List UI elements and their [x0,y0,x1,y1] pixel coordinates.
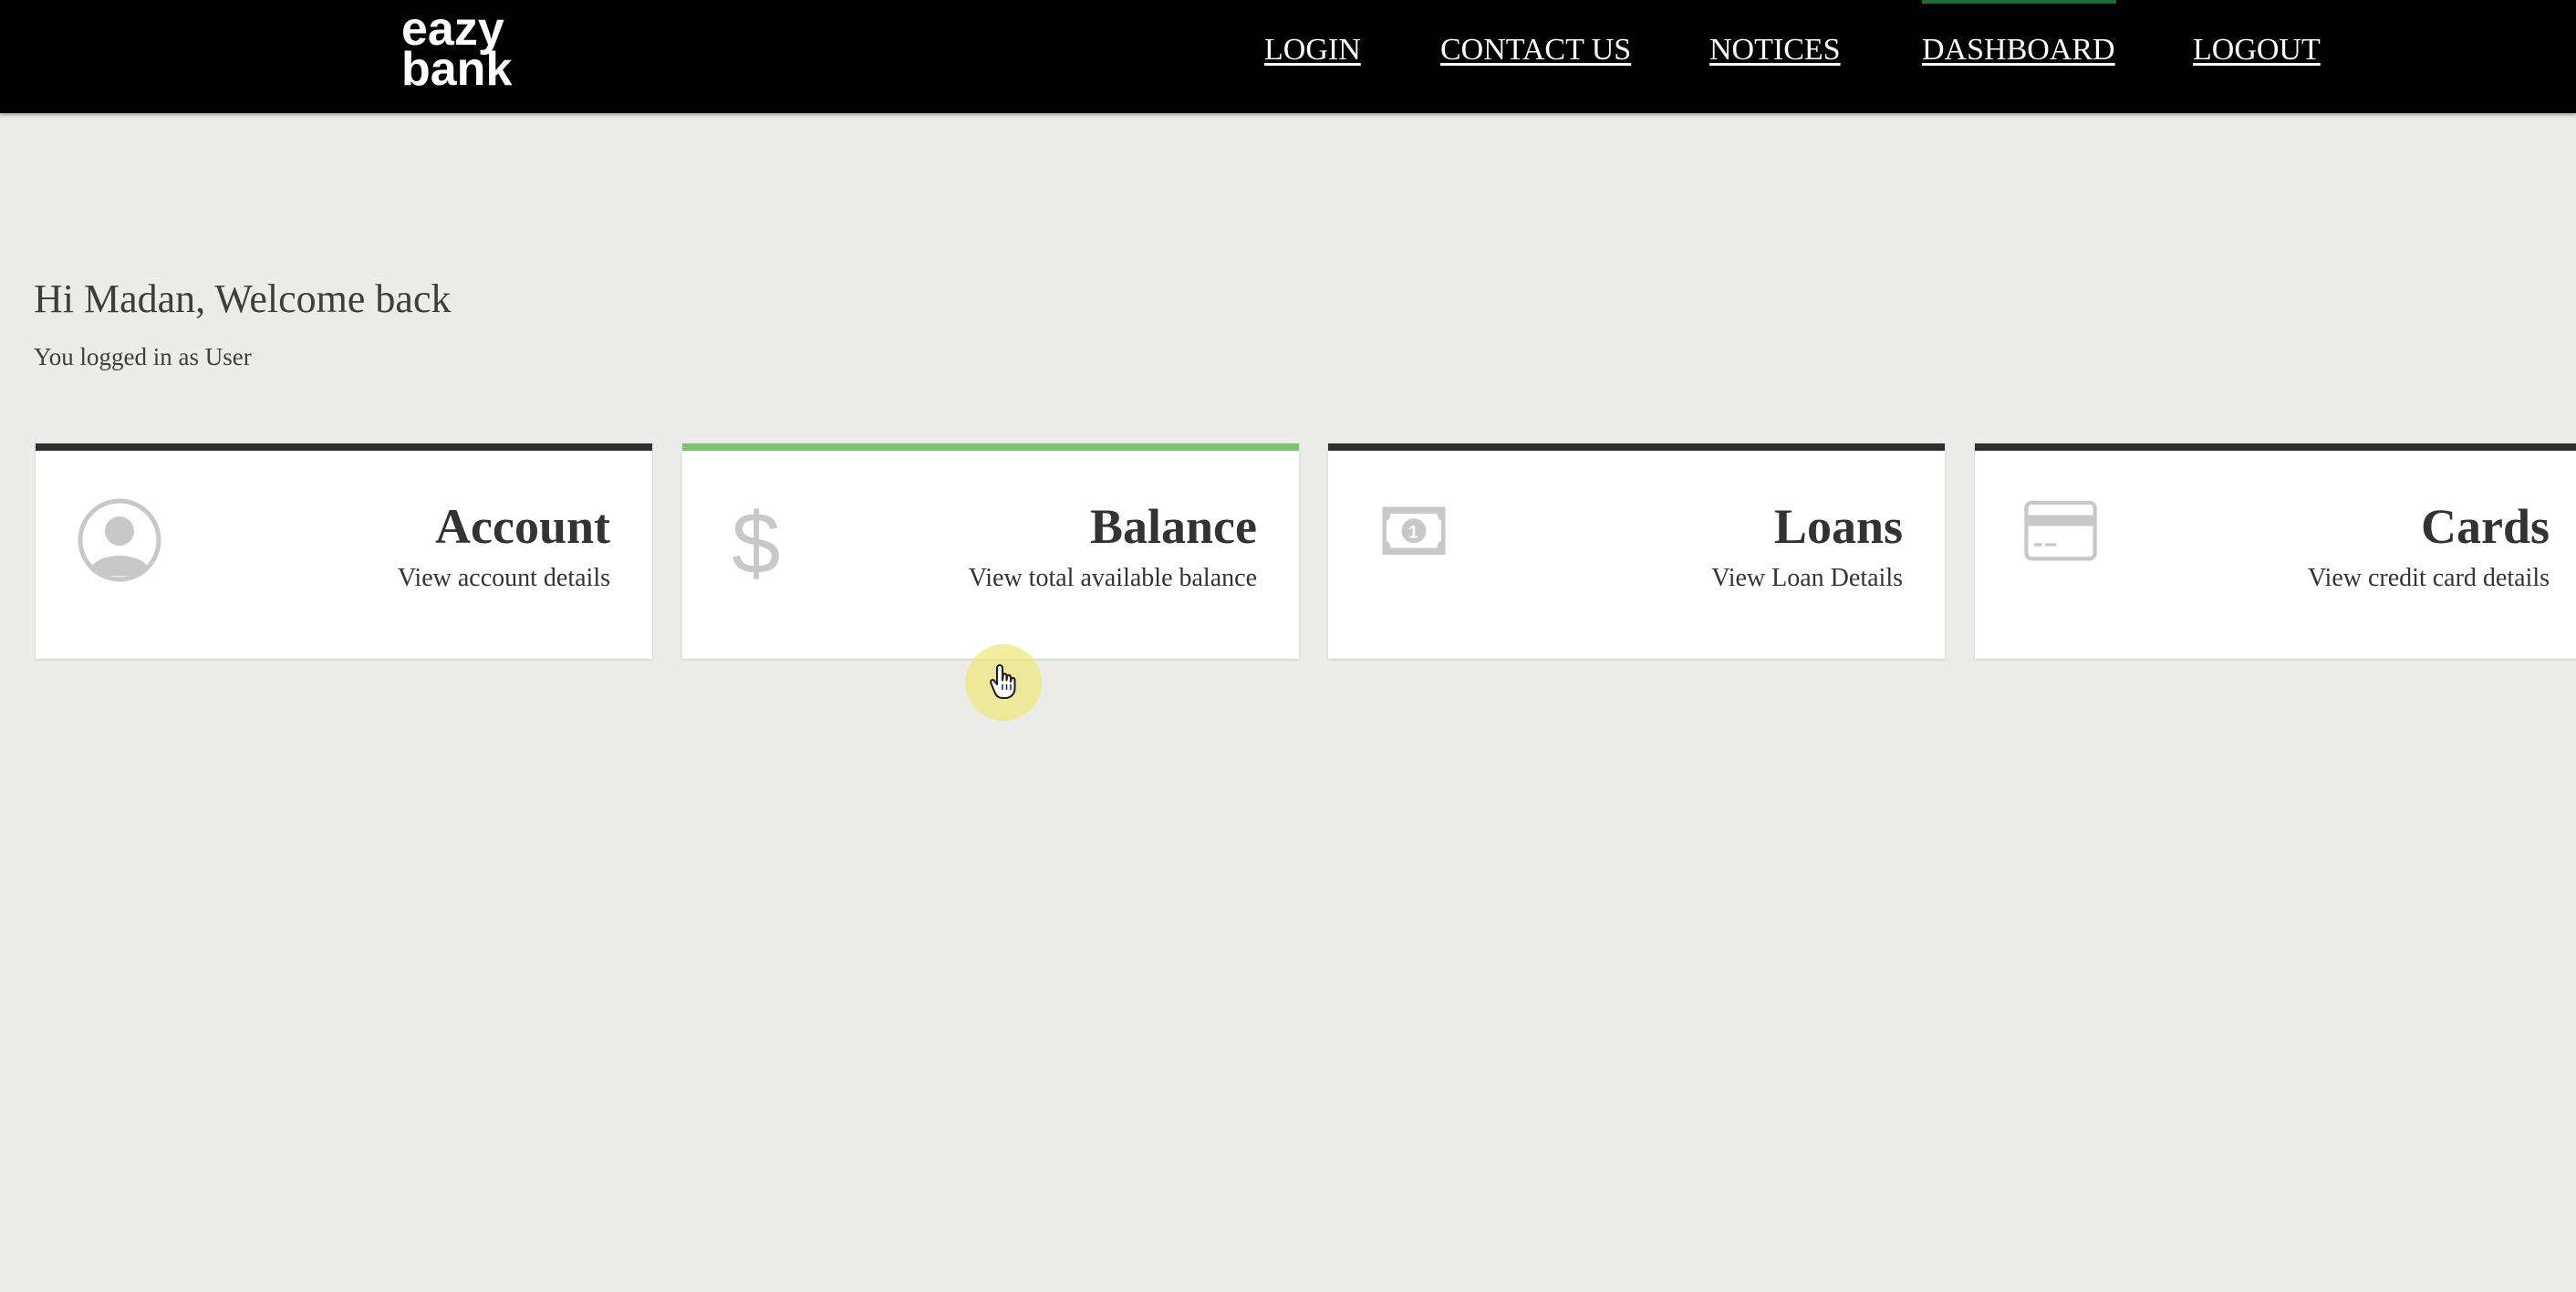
nav-contact-us-link[interactable]: CONTACT US [1440,33,1631,68]
hand-pointer-icon [990,663,1016,700]
credit-card-icon [2024,500,2097,561]
cards-card-description: View credit card details [2308,564,2550,592]
account-card-description: View account details [397,564,610,592]
loans-card-title: Loans [1773,499,1903,554]
eazybank-logo[interactable]: eazy bank [401,5,529,96]
loans-card[interactable]: 1 Loans View Loan Details [1328,443,1945,659]
logged-in-role-text: You logged in as User [34,343,252,370]
nav-dashboard-link[interactable]: DASHBOARD [1922,33,2115,68]
top-navbar: eazy bank LOGIN CONTACT US NOTICES DASHB… [0,0,2576,113]
dollar-icon: $ [732,496,780,584]
balance-card-title: Balance [1090,499,1257,554]
nav-notices-link[interactable]: NOTICES [1709,33,1841,68]
money-bill-icon: 1 [1382,506,1446,555]
welcome-greeting: Hi Madan, Welcome back [34,276,452,321]
cards-card-title: Cards [2420,499,2550,554]
user-icon [78,498,161,582]
svg-text:1: 1 [1408,522,1418,542]
nav-login-link[interactable]: LOGIN [1264,33,1361,68]
balance-card-description: View total available balance [968,564,1257,592]
balance-card[interactable]: $ Balance View total available balance [682,443,1299,659]
account-card[interactable]: Account View account details [36,443,652,659]
nav-active-indicator [1922,0,2116,4]
nav-logout-link[interactable]: LOGOUT [2193,33,2321,68]
cards-card[interactable]: Cards View credit card details [1975,443,2576,659]
svg-text:$: $ [732,496,780,584]
loans-card-description: View Loan Details [1711,564,1903,592]
logo-line-2: bank [401,43,513,96]
account-card-title: Account [435,499,610,554]
